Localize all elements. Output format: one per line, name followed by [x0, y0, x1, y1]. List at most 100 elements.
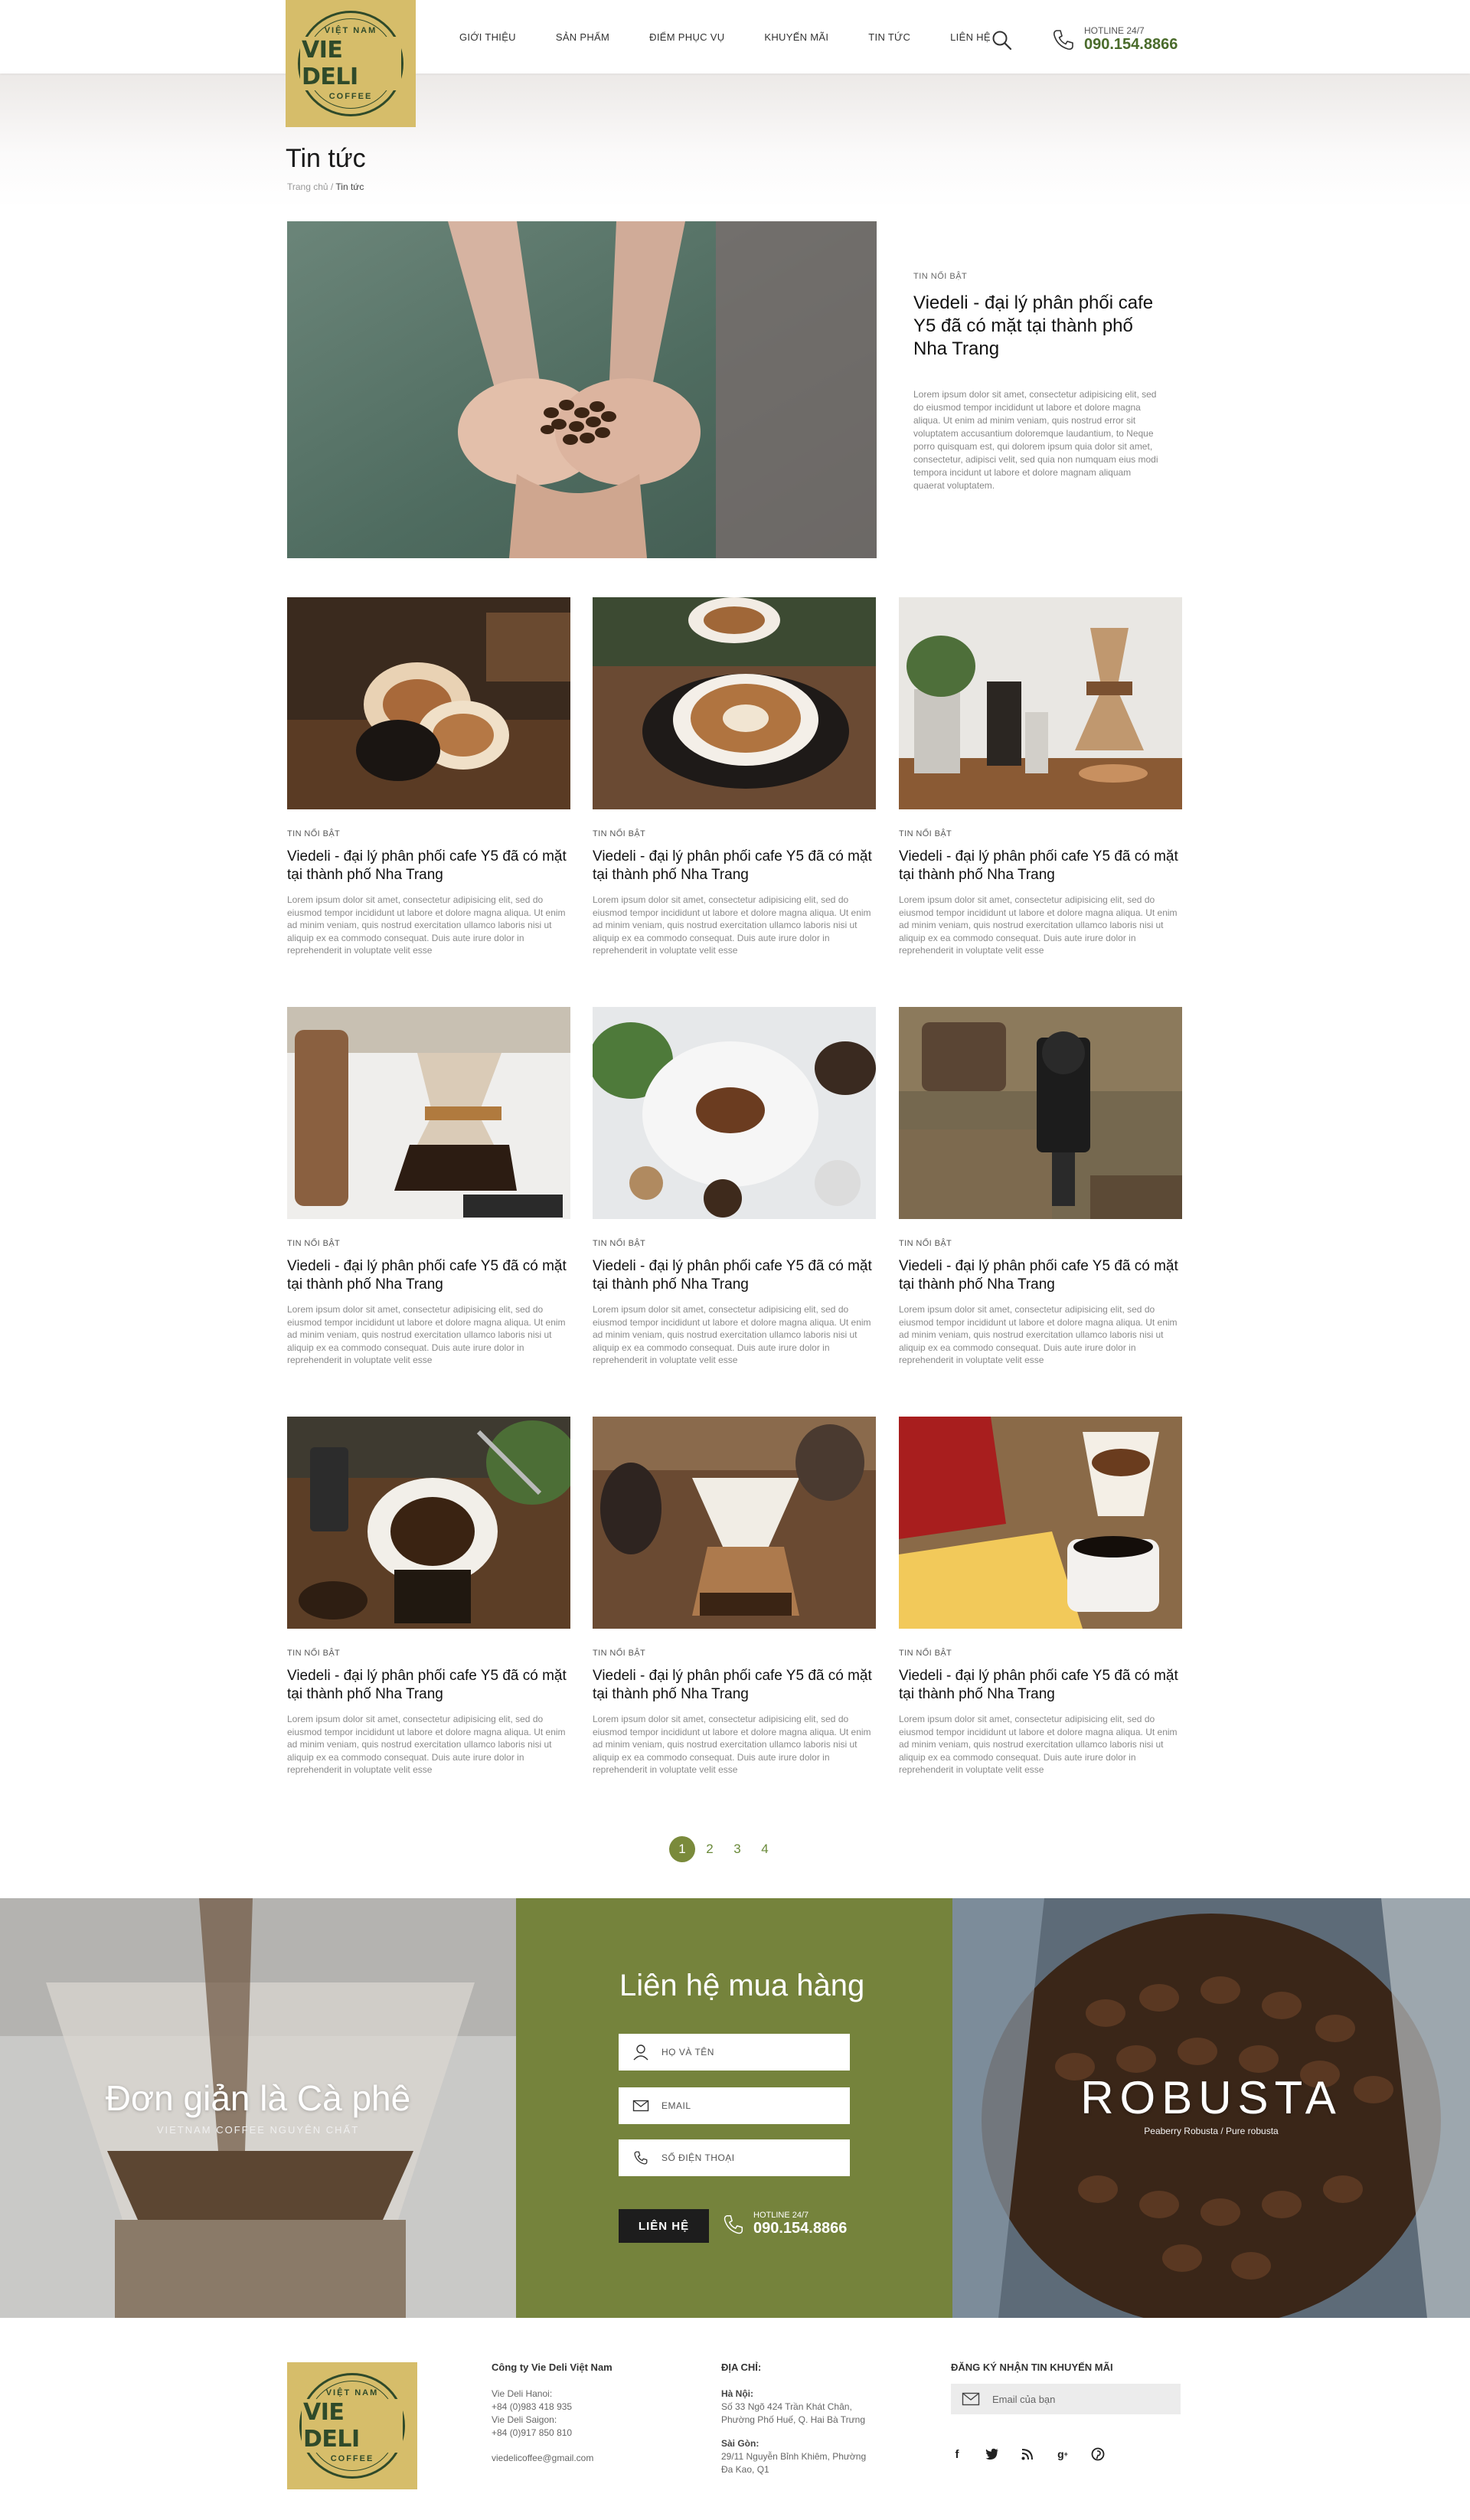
nav-item-promotions[interactable]: KHUYẾN MÃI [764, 31, 828, 43]
article-title[interactable]: Viedeli - đại lý phân phối cafe Y5 đã có… [593, 848, 876, 884]
article-excerpt: Lorem ipsum dolor sit amet, consectetur … [899, 894, 1178, 956]
article-title[interactable]: Viedeli - đại lý phân phối cafe Y5 đã có… [593, 1667, 876, 1704]
footer-saigon-phone[interactable]: +84 (0)917 850 810 [492, 2427, 612, 2440]
article-excerpt: Lorem ipsum dolor sit amet, consectetur … [899, 1304, 1178, 1365]
article-card[interactable]: TIN NỔI BẬT Viedeli - đại lý phân phối c… [593, 1417, 876, 1776]
article-title[interactable]: Viedeli - đại lý phân phối cafe Y5 đã có… [899, 1667, 1182, 1704]
page-button-2[interactable]: 2 [697, 1836, 723, 1862]
featured-tag: TIN NỔI BẬT [913, 272, 968, 281]
article-tag: TIN NỔI BẬT [899, 1649, 952, 1658]
email-placeholder: EMAIL [662, 2100, 691, 2111]
article-image[interactable] [899, 1007, 1182, 1219]
article-card[interactable]: TIN NỔI BẬT Viedeli - đại lý phân phối c… [287, 597, 570, 957]
footer-logo[interactable]: VIỆT NAM VIE DELI COFFEE [287, 2362, 417, 2489]
logo-badge: VIỆT NAM VIE DELI COFFEE [298, 11, 403, 116]
slogan-panel: Đơn giản là Cà phê VIETNAM COFFEE NGUYÊN… [0, 1898, 516, 2318]
robusta-panel: ROBUSTA Peaberry Robusta / Pure robusta [952, 1898, 1470, 2318]
band-hotline[interactable]: HOTLINE 24/7 090.154.8866 [721, 2211, 847, 2237]
name-placeholder: HỌ VÀ TÊN [662, 2047, 714, 2058]
facebook-icon[interactable]: f [949, 2446, 965, 2462]
contact-form-title: Liên hệ mua hàng [619, 1969, 865, 2002]
twitter-icon[interactable] [985, 2446, 1000, 2462]
nav-item-contact[interactable]: LIÊN HỆ [950, 31, 991, 43]
breadcrumb: Trang chủ / Tin tức [287, 181, 364, 192]
newsletter-placeholder: Email của bạn [992, 2393, 1056, 2405]
article-tag: TIN NỔI BẬT [593, 1239, 646, 1248]
name-field[interactable]: HỌ VÀ TÊN [619, 2034, 850, 2071]
contact-band: Đơn giản là Cà phê VIETNAM COFFEE NGUYÊN… [0, 1898, 1470, 2318]
article-image[interactable] [287, 1417, 570, 1629]
band-hotline-number: 090.154.8866 [753, 2220, 848, 2237]
newsletter-email-input[interactable]: Email của bạn [951, 2384, 1181, 2414]
article-title[interactable]: Viedeli - đại lý phân phối cafe Y5 đã có… [287, 848, 570, 884]
article-title[interactable]: Viedeli - đại lý phân phối cafe Y5 đã có… [593, 1257, 876, 1294]
page-button-3[interactable]: 3 [724, 1836, 750, 1862]
footer-saigon-addr-line1: 29/11 Nguyễn Bỉnh Khiêm, Phường [721, 2451, 867, 2462]
article-card[interactable]: TIN NỔI BẬT Viedeli - đại lý phân phối c… [899, 1417, 1182, 1776]
mail-icon [962, 2392, 980, 2406]
phone-icon [1054, 29, 1073, 50]
site-footer: VIỆT NAM VIE DELI COFFEE Công ty Vie Del… [0, 2318, 1470, 2520]
article-excerpt: Lorem ipsum dolor sit amet, consectetur … [287, 1304, 566, 1365]
header-hotline[interactable]: HOTLINE 24/7 090.154.8866 [1050, 26, 1178, 53]
footer-company-col: Công ty Vie Deli Việt Nam Vie Deli Hanoi… [492, 2361, 612, 2465]
phone-field[interactable]: SỐ ĐIỆN THOẠI [619, 2139, 850, 2176]
article-title[interactable]: Viedeli - đại lý phân phối cafe Y5 đã có… [899, 1257, 1182, 1294]
article-card[interactable]: TIN NỔI BẬT Viedeli - đại lý phân phối c… [593, 1007, 876, 1367]
article-title[interactable]: Viedeli - đại lý phân phối cafe Y5 đã có… [287, 1667, 570, 1704]
nav-item-news[interactable]: TIN TỨC [868, 31, 910, 43]
pinterest-icon[interactable] [1090, 2446, 1106, 2462]
phone-icon [724, 2214, 743, 2234]
featured-image[interactable] [287, 221, 877, 558]
google-plus-icon[interactable]: g + [1055, 2446, 1070, 2462]
article-image[interactable] [593, 1007, 876, 1219]
band-hotline-label: HOTLINE 24/7 [753, 2211, 809, 2220]
featured-article[interactable]: TIN NỔI BẬT Viedeli - đại lý phân phối c… [287, 221, 1183, 558]
page-title-band: Tin tức Trang chủ / Tin tức [0, 74, 1470, 208]
nav-item-about[interactable]: GIỚI THIỆU [459, 31, 516, 43]
footer-saigon-label: Vie Deli Saigon: [492, 2414, 557, 2425]
rss-icon[interactable] [1020, 2446, 1035, 2462]
article-title[interactable]: Viedeli - đại lý phân phối cafe Y5 đã có… [899, 848, 1182, 884]
page-button-1[interactable]: 1 [669, 1836, 695, 1862]
article-card[interactable]: TIN NỔI BẬT Viedeli - đại lý phân phối c… [899, 597, 1182, 957]
article-image[interactable] [593, 597, 876, 809]
site-header: VIỆT NAM VIE DELI COFFEE GIỚI THIỆU SẢN … [0, 0, 1470, 127]
footer-hanoi-phone[interactable]: +84 (0)983 418 935 [492, 2401, 612, 2414]
phone-placeholder: SỐ ĐIỆN THOẠI [662, 2152, 735, 2163]
nav-item-locations[interactable]: ĐIỂM PHỤC VỤ [649, 31, 724, 43]
article-card[interactable]: TIN NỔI BẬT Viedeli - đại lý phân phối c… [593, 597, 876, 957]
nav-item-products[interactable]: SẢN PHẨM [556, 31, 609, 43]
article-image[interactable] [899, 597, 1182, 809]
contact-form-panel: Liên hệ mua hàng HỌ VÀ TÊN EMAIL SỐ ĐIỆN… [516, 1898, 952, 2318]
search-icon[interactable] [991, 29, 1012, 51]
featured-text: TIN NỔI BẬT Viedeli - đại lý phân phối c… [913, 272, 1158, 492]
logo-bottom-text: COFFEE [328, 92, 373, 101]
logo-main-text: VIE DELI [300, 37, 401, 90]
article-image[interactable] [287, 1007, 570, 1219]
breadcrumb-home[interactable]: Trang chủ [287, 181, 328, 192]
pagination: 1 2 3 4 [669, 1836, 779, 1862]
featured-excerpt: Lorem ipsum dolor sit amet, consectetur … [913, 389, 1158, 491]
hotline-number: 090.154.8866 [1084, 36, 1178, 53]
email-field[interactable]: EMAIL [619, 2087, 850, 2124]
contact-submit-button[interactable]: LIÊN HỆ [619, 2209, 709, 2243]
article-card[interactable]: TIN NỔI BẬT Viedeli - đại lý phân phối c… [899, 1007, 1182, 1367]
footer-newsletter-head: ĐĂNG KÝ NHẬN TIN KHUYẾN MÃI [951, 2361, 1113, 2373]
mail-icon [632, 2100, 649, 2112]
footer-hanoi-addr-line2: Phường Phố Huế, Q. Hai Bà Trưng [721, 2414, 866, 2425]
logo-top-text: VIỆT NAM [325, 2388, 379, 2397]
article-excerpt: Lorem ipsum dolor sit amet, consectetur … [899, 1714, 1178, 1775]
article-image[interactable] [899, 1417, 1182, 1629]
article-card[interactable]: TIN NỔI BẬT Viedeli - đại lý phân phối c… [287, 1417, 570, 1776]
page-button-4[interactable]: 4 [752, 1836, 778, 1862]
site-logo[interactable]: VIỆT NAM VIE DELI COFFEE [286, 0, 416, 127]
article-card[interactable]: TIN NỔI BẬT Viedeli - đại lý phân phối c… [287, 1007, 570, 1367]
article-image[interactable] [287, 597, 570, 809]
footer-email[interactable]: viedelicoffee@gmail.com [492, 2452, 612, 2465]
user-icon [633, 2044, 648, 2061]
article-excerpt: Lorem ipsum dolor sit amet, consectetur … [593, 894, 871, 956]
article-title[interactable]: Viedeli - đại lý phân phối cafe Y5 đã có… [287, 1257, 570, 1294]
article-image[interactable] [593, 1417, 876, 1629]
featured-title[interactable]: Viedeli - đại lý phân phối cafe Y5 đã có… [913, 292, 1158, 361]
